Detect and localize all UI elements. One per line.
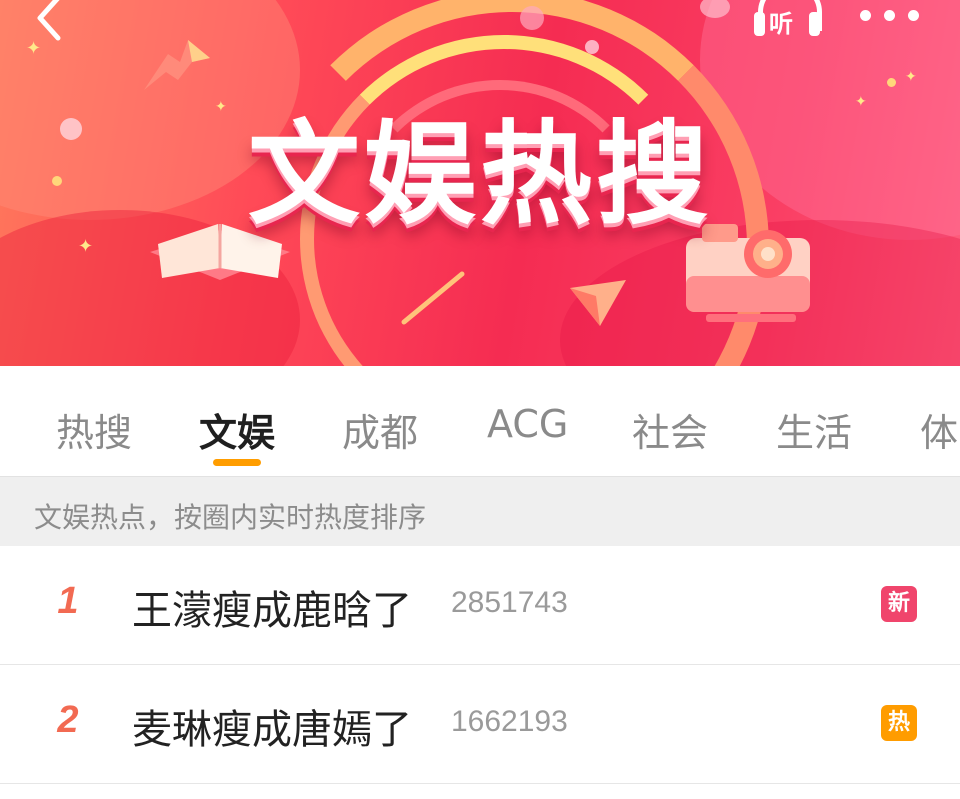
bubble-decoration (585, 40, 599, 54)
list-item[interactable]: 2 麦琳瘦成唐嫣了 1662193 热 (0, 665, 960, 784)
active-tab-indicator (213, 459, 261, 466)
back-button[interactable] (22, 0, 82, 50)
sparkle-icon: ✦ (855, 94, 867, 110)
triangle-decoration-icon (570, 280, 626, 326)
rank-number: 2 (57, 699, 79, 741)
sparkle-dot (52, 176, 62, 186)
new-badge: 新 (881, 586, 917, 622)
hero-banner: ✦ ✦ ✦ ✦ ✦ 文娱热搜 听 (0, 0, 960, 366)
headphones-earcup (809, 12, 820, 36)
section-description-text: 文娱热点，按圈内实时热度排序 (34, 501, 427, 534)
tab-acg[interactable]: ACG (487, 402, 568, 446)
hot-search-list: 1 王濛瘦成鹿晗了 2851743 新 2 麦琳瘦成唐嫣了 1662193 热 (0, 546, 960, 784)
heat-count: 1662193 (451, 705, 568, 738)
tab-sports[interactable]: 体 (920, 402, 958, 457)
tab-chengdu[interactable]: 成都 (342, 402, 418, 457)
sparkle-icon: ✦ (78, 236, 94, 257)
more-dots-icon (860, 10, 871, 21)
more-dots-icon (884, 10, 895, 21)
tab-society[interactable]: 社会 (632, 402, 708, 457)
chevron-left-icon (37, 0, 61, 41)
heat-count: 2851743 (451, 586, 568, 619)
rank-number: 1 (57, 580, 79, 622)
hot-badge: 热 (881, 705, 917, 741)
banner-title: 文娱热搜 (248, 110, 712, 240)
more-button[interactable] (856, 2, 926, 28)
category-tab-bar: 热搜 文娱 成都 ACG 社会 生活 体 (0, 366, 960, 476)
sparkle-icon: ✦ (905, 69, 917, 85)
bubble-decoration (520, 6, 544, 30)
listen-button[interactable]: 听 (752, 0, 824, 42)
bubble-decoration (60, 118, 82, 140)
item-title: 麦琳瘦成唐嫣了 (132, 707, 412, 753)
more-dots-icon (908, 10, 919, 21)
tab-hot-search[interactable]: 热搜 (56, 402, 132, 457)
list-item[interactable]: 1 王濛瘦成鹿晗了 2851743 新 (0, 546, 960, 665)
streak-decoration-icon (401, 271, 465, 325)
item-title: 王濛瘦成鹿晗了 (132, 588, 412, 634)
listen-label: 听 (769, 10, 793, 38)
tab-life[interactable]: 生活 (776, 402, 852, 457)
sparkle-dot (887, 78, 896, 87)
headphones-earcup (754, 12, 765, 36)
tab-entertainment[interactable]: 文娱 (199, 402, 275, 457)
section-description: 文娱热点，按圈内实时热度排序 (0, 476, 960, 547)
